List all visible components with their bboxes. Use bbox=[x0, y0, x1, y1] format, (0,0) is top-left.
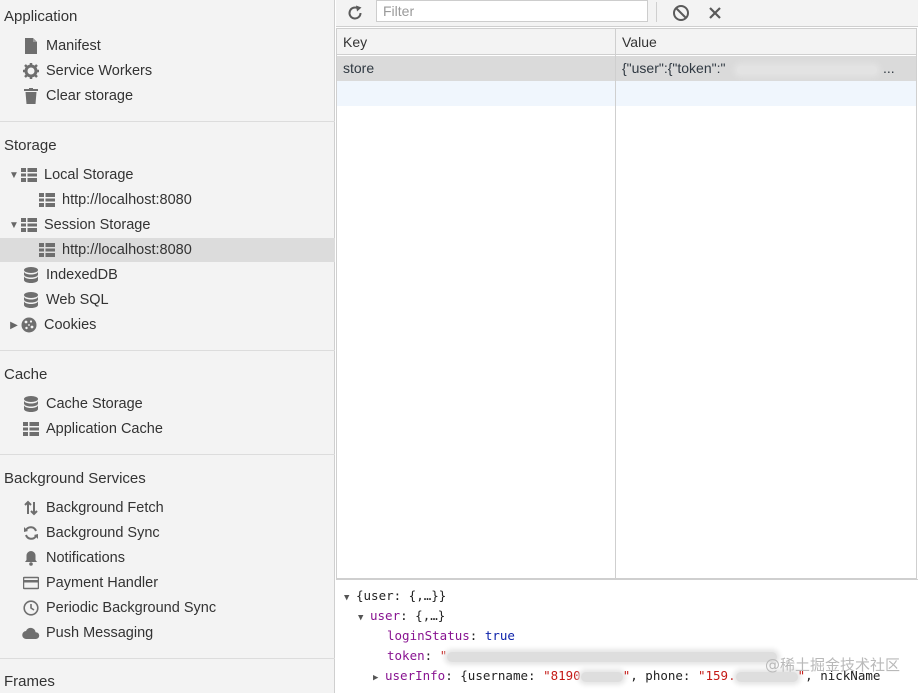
table-icon bbox=[22, 420, 40, 438]
sidebar-item-manifest[interactable]: Manifest bbox=[0, 34, 335, 58]
redacted-username bbox=[580, 671, 623, 682]
sidebar-item-label: Service Workers bbox=[46, 63, 153, 79]
delete-selected-button[interactable] bbox=[704, 2, 726, 24]
sidebar-item-payment-handler[interactable]: Payment Handler bbox=[0, 571, 335, 595]
database-icon bbox=[22, 395, 40, 413]
divider bbox=[0, 658, 335, 659]
section-cache: Cache bbox=[4, 366, 48, 383]
cell-value: {"user":{"token":" bbox=[622, 60, 726, 76]
cookie-icon bbox=[20, 316, 38, 334]
sidebar-item-cache-storage[interactable]: Cache Storage bbox=[0, 392, 335, 416]
sidebar-item-label: Cache Storage bbox=[46, 396, 143, 412]
table-icon bbox=[38, 191, 56, 209]
file-icon bbox=[22, 37, 40, 55]
column-divider bbox=[615, 29, 616, 578]
redacted-token bbox=[447, 651, 778, 662]
sidebar-item-label: Local Storage bbox=[44, 167, 134, 183]
table-icon bbox=[38, 241, 56, 259]
preview-login-status: loginStatus: true bbox=[387, 628, 515, 643]
column-header-key[interactable]: Key bbox=[343, 34, 367, 50]
toolbar-divider bbox=[656, 2, 657, 22]
bell-icon bbox=[22, 549, 40, 567]
redacted-value bbox=[737, 66, 877, 74]
sidebar-item-label: Web SQL bbox=[46, 292, 109, 308]
sidebar-item-label: Session Storage bbox=[44, 217, 151, 233]
sidebar-item-push-messaging[interactable]: Push Messaging bbox=[0, 621, 335, 645]
sidebar-item-label: Notifications bbox=[46, 550, 125, 566]
table-row-empty[interactable] bbox=[337, 81, 916, 106]
sidebar-item-label: Background Fetch bbox=[46, 500, 164, 516]
sidebar-item-background-fetch[interactable]: Background Fetch bbox=[0, 496, 335, 520]
sidebar-item-local-storage[interactable]: ▼ Local Storage bbox=[0, 163, 335, 187]
sidebar-item-service-workers[interactable]: Service Workers bbox=[0, 59, 335, 83]
up-down-arrows-icon bbox=[22, 499, 40, 517]
sync-icon bbox=[22, 524, 40, 542]
filter-input[interactable] bbox=[376, 0, 648, 22]
sidebar-item-session-origin[interactable]: http://localhost:8080 bbox=[0, 238, 335, 262]
triangle-down-icon[interactable]: ▼ bbox=[8, 220, 20, 231]
cell-key: store bbox=[343, 60, 375, 76]
watermark: @稀土掘金技术社区 bbox=[764, 656, 900, 674]
refresh-button[interactable] bbox=[344, 2, 366, 24]
sidebar: Application Manifest Service Workers Cle… bbox=[0, 0, 335, 693]
cloud-icon bbox=[22, 624, 40, 642]
divider bbox=[0, 121, 335, 122]
section-application: Application bbox=[4, 8, 78, 25]
close-icon bbox=[709, 7, 721, 19]
database-icon bbox=[22, 291, 40, 309]
triangle-down-icon[interactable]: ▼ bbox=[344, 593, 356, 603]
table-row[interactable]: store {"user":{"token":" ... bbox=[337, 56, 916, 81]
triangle-right-icon[interactable]: ▶ bbox=[8, 320, 20, 331]
storage-table: Key Value store {"user":{"token":" ... bbox=[336, 28, 917, 579]
table-header: Key Value bbox=[337, 29, 916, 55]
credit-card-icon bbox=[22, 574, 40, 592]
column-header-value[interactable]: Value bbox=[622, 34, 657, 50]
block-icon bbox=[673, 5, 689, 21]
cell-ellipsis: ... bbox=[883, 60, 895, 76]
sidebar-item-cookies[interactable]: ▶ Cookies bbox=[0, 313, 335, 337]
storage-toolbar bbox=[336, 0, 918, 27]
clock-icon bbox=[22, 599, 40, 617]
sidebar-item-clear-storage[interactable]: Clear storage bbox=[0, 84, 335, 108]
trash-icon bbox=[22, 87, 40, 105]
sidebar-item-application-cache[interactable]: Application Cache bbox=[0, 417, 335, 441]
sidebar-item-label: Periodic Background Sync bbox=[46, 600, 217, 616]
sidebar-item-label: Background Sync bbox=[46, 525, 160, 541]
divider bbox=[0, 454, 335, 455]
sidebar-item-label: http://localhost:8080 bbox=[62, 242, 192, 258]
sidebar-item-label: Clear storage bbox=[46, 88, 134, 104]
preview-user[interactable]: ▼ user: {,…} bbox=[358, 608, 445, 623]
sidebar-item-indexeddb[interactable]: IndexedDB bbox=[0, 263, 335, 287]
triangle-down-icon[interactable]: ▼ bbox=[8, 170, 20, 181]
table-icon bbox=[20, 166, 38, 184]
sidebar-item-notifications[interactable]: Notifications bbox=[0, 546, 335, 570]
sidebar-item-label: Cookies bbox=[44, 317, 97, 333]
section-background-services: Background Services bbox=[4, 470, 146, 487]
preview-token: token: " bbox=[387, 648, 778, 663]
table-icon bbox=[20, 216, 38, 234]
sidebar-item-periodic-background-sync[interactable]: Periodic Background Sync bbox=[0, 596, 335, 620]
sidebar-item-websql[interactable]: Web SQL bbox=[0, 288, 335, 312]
divider bbox=[0, 350, 335, 351]
sidebar-item-label: Manifest bbox=[46, 38, 101, 54]
clear-all-button[interactable] bbox=[670, 2, 692, 24]
section-frames: Frames bbox=[4, 673, 55, 690]
gear-icon bbox=[22, 62, 40, 80]
sidebar-item-label: Payment Handler bbox=[46, 575, 159, 591]
sidebar-item-local-origin[interactable]: http://localhost:8080 bbox=[0, 188, 335, 212]
triangle-down-icon[interactable]: ▼ bbox=[358, 613, 370, 623]
sidebar-item-label: http://localhost:8080 bbox=[62, 192, 192, 208]
section-storage: Storage bbox=[4, 137, 57, 154]
sidebar-item-label: Application Cache bbox=[46, 421, 163, 437]
sidebar-item-label: Push Messaging bbox=[46, 625, 154, 641]
refresh-icon bbox=[348, 5, 362, 20]
database-icon bbox=[22, 266, 40, 284]
value-preview: ▼ {user: {,…}} ▼ user: {,…} loginStatus: t… bbox=[336, 579, 918, 693]
triangle-right-icon[interactable]: ▶ bbox=[373, 673, 385, 683]
sidebar-item-background-sync[interactable]: Background Sync bbox=[0, 521, 335, 545]
sidebar-item-session-storage[interactable]: ▼ Session Storage bbox=[0, 213, 335, 237]
sidebar-item-label: IndexedDB bbox=[46, 267, 118, 283]
preview-root[interactable]: ▼ {user: {,…}} bbox=[344, 588, 446, 603]
